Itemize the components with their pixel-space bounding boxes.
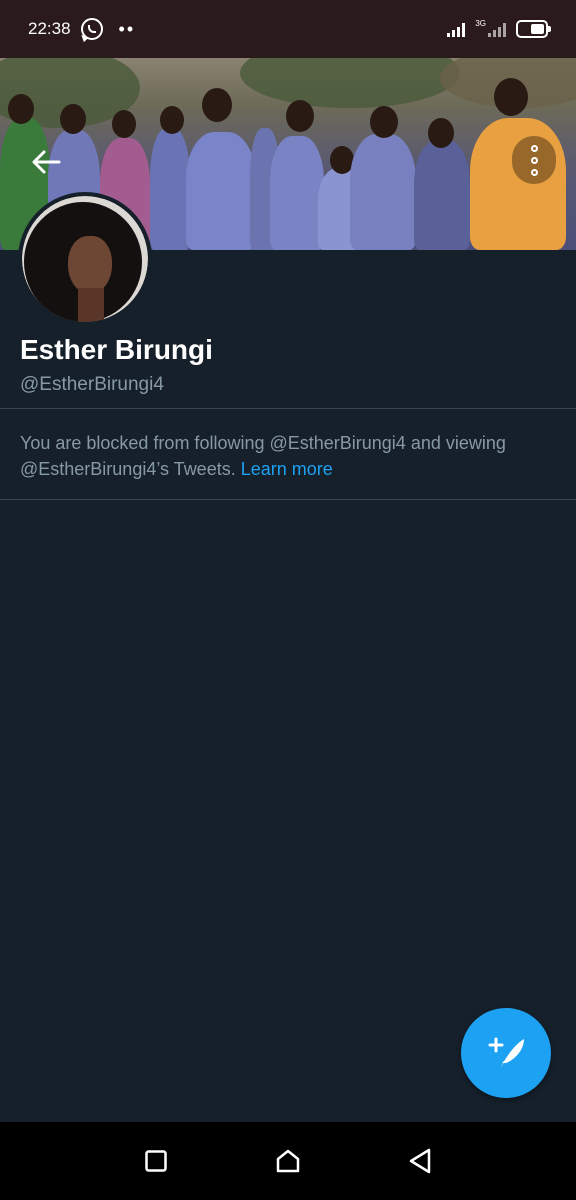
compose-tweet-icon [488,1037,524,1069]
whatsapp-icon [80,18,103,40]
avatar[interactable] [18,192,152,326]
signal-icon-2 [488,21,506,37]
clock: 22:38 [28,19,71,38]
back-nav-button[interactable] [400,1141,440,1181]
more-notifications-indicator: •• [118,18,136,39]
home-button[interactable] [268,1141,308,1181]
more-options-button[interactable] [512,136,556,184]
learn-more-link[interactable]: Learn more [241,459,333,479]
compose-tweet-button[interactable] [461,1008,551,1098]
network-type: 3G [475,18,486,28]
status-bar: 22:38 •• 3G [0,0,576,58]
divider [0,408,576,409]
blocked-notice: You are blocked from following @EstherBi… [20,430,560,482]
triangle-back-icon [409,1148,431,1174]
recents-button[interactable] [136,1141,176,1181]
profile-name: Esther Birungi [20,334,213,365]
home-icon [276,1149,300,1173]
status-right: 3G [447,18,551,38]
battery-icon [516,20,551,38]
more-vertical-icon [530,144,538,152]
arrow-left-icon [32,150,61,174]
signal-icon [447,21,466,37]
system-nav-bar [0,1122,576,1200]
status-left: 22:38 •• [28,18,135,40]
square-icon [145,1150,167,1172]
profile-handle: @EstherBirungi4 [20,374,164,395]
back-button[interactable] [26,142,66,182]
divider [0,499,576,500]
